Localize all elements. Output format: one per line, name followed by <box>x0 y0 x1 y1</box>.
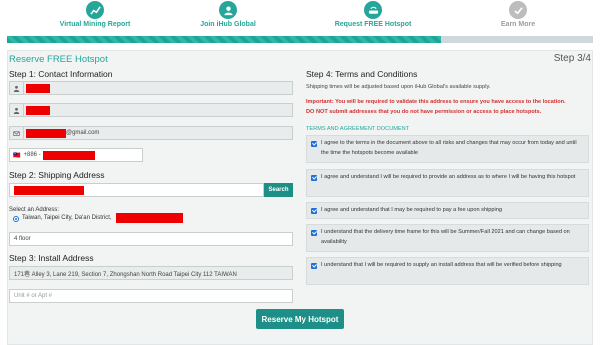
checkbox[interactable] <box>311 141 317 147</box>
redaction-bar <box>42 150 95 160</box>
shipping-address-input[interactable] <box>9 183 264 197</box>
supply-note: Shipping times will be adjusted based up… <box>306 84 491 90</box>
progress-bar-fill <box>7 36 441 43</box>
search-button[interactable]: Search <box>264 183 293 197</box>
term-item[interactable]: I agree and understand that I may be req… <box>306 202 589 219</box>
redaction-bar <box>116 213 183 223</box>
first-name-field[interactable] <box>9 81 293 95</box>
chart-icon <box>86 1 104 19</box>
warning-line-2: DO NOT submit addresses that you do not … <box>306 109 542 115</box>
floor-input[interactable]: 4 floor <box>9 232 293 246</box>
redaction-bar <box>26 105 50 115</box>
checkbox[interactable] <box>311 230 317 236</box>
checkbox[interactable] <box>311 263 317 269</box>
phone-field[interactable]: 🇹🇼 +886 - <box>9 148 143 162</box>
phone-country-code: +886 - <box>23 152 41 158</box>
terms-heading: Step 4: Terms and Conditions <box>306 69 418 79</box>
unit-input[interactable]: Unit # or Apt # <box>9 289 293 303</box>
term-item[interactable]: I agree and understand I will be require… <box>306 169 589 197</box>
redaction-bar <box>14 185 84 195</box>
check-icon <box>509 1 527 19</box>
email-suffix: @gmail.com <box>66 130 100 136</box>
progress-bar <box>7 36 593 43</box>
address-option-text: Taiwan, Taipei City, Da'an District, <box>22 215 112 221</box>
term-item[interactable]: I understand that I will be required to … <box>306 257 589 285</box>
checkbox[interactable] <box>311 175 317 181</box>
taiwan-flag-icon: 🇹🇼 <box>13 152 21 159</box>
term-item[interactable]: I understand that the delivery time fram… <box>306 224 589 252</box>
user-icon <box>10 82 24 94</box>
select-address-label: Select an Address: <box>9 207 60 213</box>
checkbox[interactable] <box>311 208 317 214</box>
envelope-icon <box>10 127 24 139</box>
redaction-bar <box>26 128 66 138</box>
email-field[interactable]: @gmail.com <box>9 126 293 140</box>
step-label-virtual-mining: Virtual Mining Report <box>59 21 131 28</box>
user-icon <box>219 1 237 19</box>
address-option-radio[interactable] <box>13 216 19 222</box>
user-icon <box>10 104 24 116</box>
step-counter: Step 3/4 <box>553 53 591 64</box>
contact-heading: Step 1: Contact Information <box>9 69 113 79</box>
shipping-heading: Step 2: Shipping Address <box>9 170 105 180</box>
term-item[interactable]: I agree to the terms in the document abo… <box>306 135 589 163</box>
install-heading: Step 3: Install Address <box>9 253 94 263</box>
last-name-field[interactable] <box>9 103 293 117</box>
reserve-hotspot-button[interactable]: Reserve My Hotspot <box>256 309 344 329</box>
page-title: Reserve FREE Hotspot <box>9 54 108 65</box>
progress-steps: Virtual Mining Report Join iHub Global R… <box>0 0 600 34</box>
step-label-request: Request FREE Hotspot <box>334 21 412 28</box>
router-icon <box>364 1 382 19</box>
step-label-join: Join iHub Global <box>200 21 256 28</box>
terms-doc-title: TERMS AND AGREEMENT DOCUMENT <box>306 126 410 132</box>
warning-line-1: Important: You will be required to valid… <box>306 99 566 105</box>
redaction-bar <box>26 83 50 93</box>
step-label-earn: Earn More <box>500 21 536 28</box>
install-address-input[interactable]: 171巷 Alley 3, Lane 219, Section 7, Zhong… <box>9 266 293 280</box>
